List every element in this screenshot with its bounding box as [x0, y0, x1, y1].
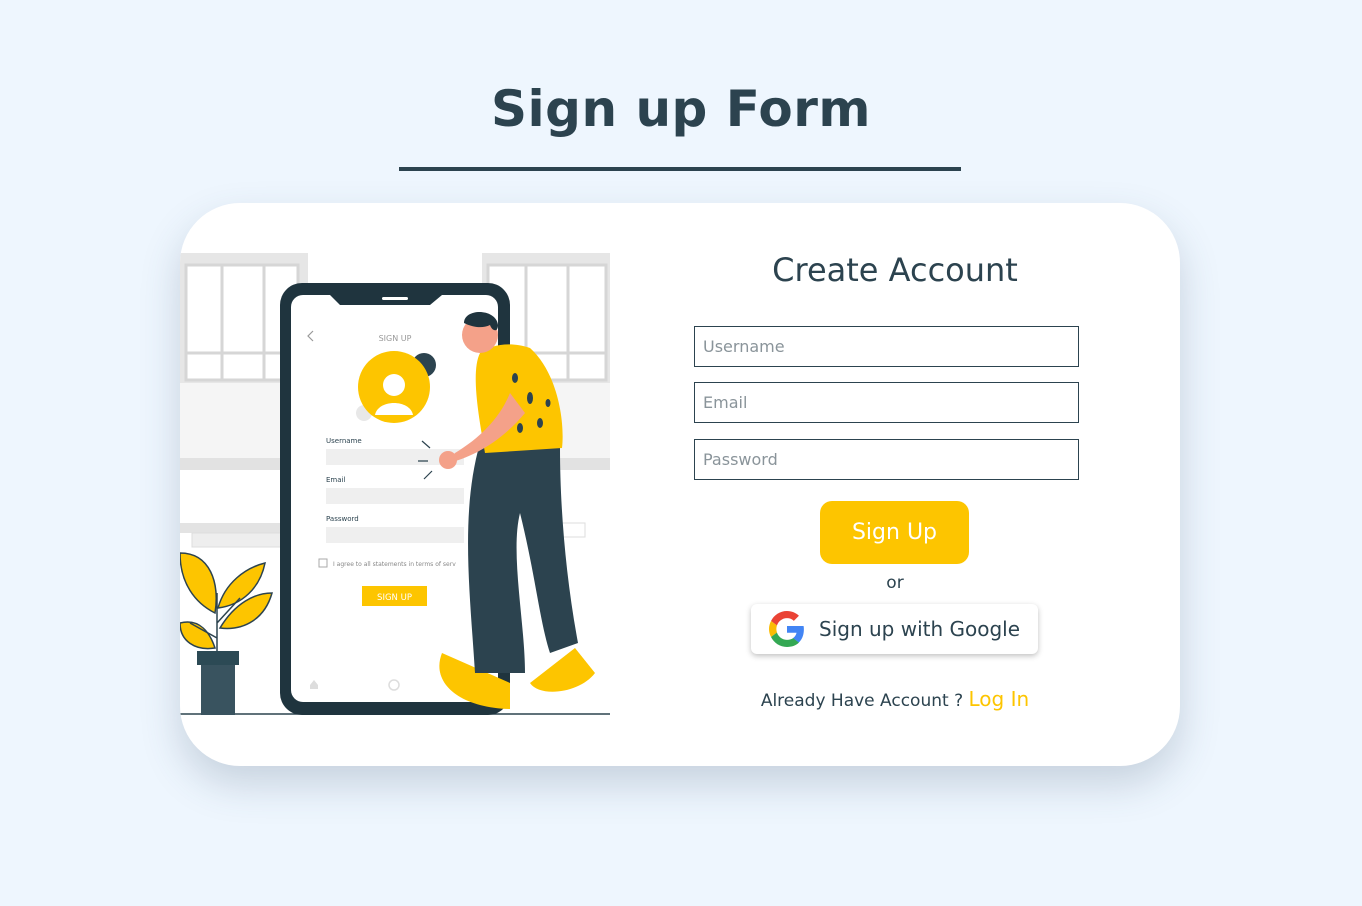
phone-signup-button: SIGN UP	[377, 593, 412, 603]
login-link[interactable]: Log In	[969, 687, 1030, 711]
signup-illustration: SIGN UP Username Email Password I agree …	[180, 253, 610, 715]
google-signup-label: Sign up with Google	[819, 617, 1021, 641]
form-title: Create Account	[772, 251, 1018, 289]
phone-username-label: Username	[326, 437, 362, 445]
phone-password-label: Password	[326, 515, 359, 523]
username-input[interactable]	[694, 326, 1079, 367]
page-title: Sign up Form	[491, 80, 871, 138]
phone-screen-title: SIGN UP	[379, 334, 412, 343]
potted-plant	[180, 552, 273, 715]
email-input[interactable]	[694, 382, 1079, 423]
sign-up-button[interactable]: Sign Up	[820, 501, 969, 564]
google-signup-button[interactable]: Sign up with Google	[751, 604, 1038, 654]
title-underline	[399, 167, 961, 171]
google-g-icon	[769, 611, 804, 647]
phone-email-label: Email	[326, 476, 345, 484]
signup-card: SIGN UP Username Email Password I agree …	[180, 203, 1180, 766]
password-input[interactable]	[694, 439, 1079, 480]
or-separator: or	[886, 573, 904, 593]
login-prompt-text: Already Have Account ?	[760, 691, 964, 711]
login-prompt-row: Already Have Account ? Log In	[695, 687, 1095, 711]
phone-agree-label: I agree to all statements in terms of se…	[333, 561, 456, 568]
